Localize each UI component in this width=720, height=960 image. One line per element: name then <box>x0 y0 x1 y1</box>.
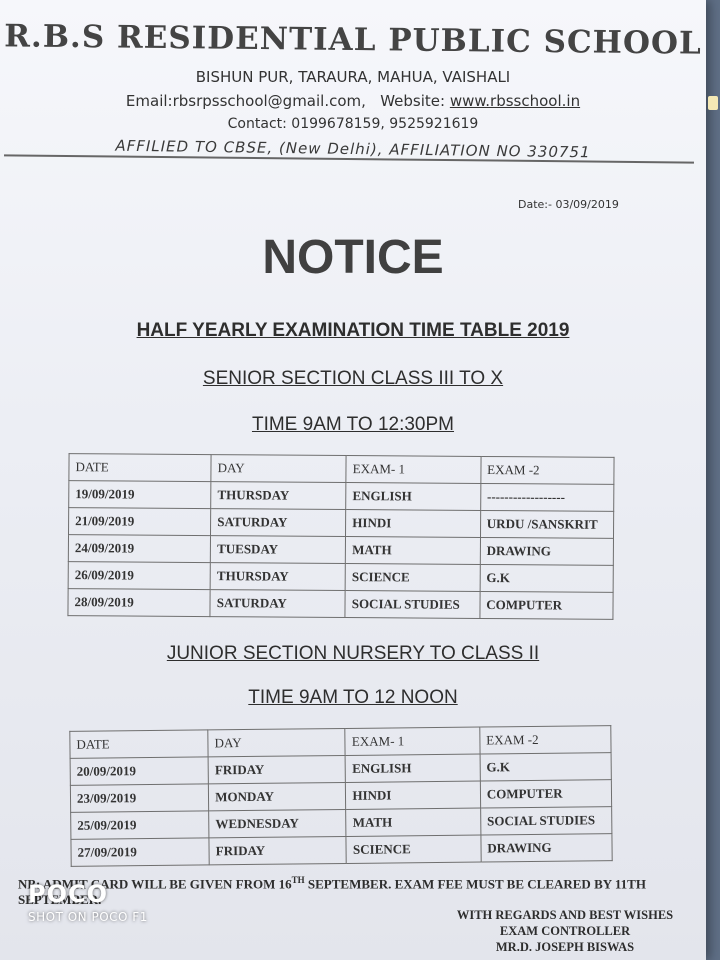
signoff-name: MR.D. JOSEPH BISWAS <box>495 940 635 954</box>
table-cell: FRIDAY <box>208 755 346 784</box>
table-cell: ENGLISH <box>345 482 481 511</box>
table-cell: HINDI <box>345 781 481 810</box>
table-cell: TUESDAY <box>210 535 346 564</box>
table-cell: SOCIAL STUDIES <box>345 590 480 619</box>
table-cell: MATH <box>346 808 481 837</box>
column-header: EXAM -2 <box>479 725 612 755</box>
table-cell: 26/09/2019 <box>68 561 211 590</box>
table-cell: SCIENCE <box>346 835 481 864</box>
table-cell: SATURDAY <box>210 589 346 618</box>
website-label: Website: <box>380 92 446 110</box>
table-row: 19/09/2019 THURSDAY ENGLISH ---------------… <box>68 480 614 512</box>
table-cell: 21/09/2019 <box>68 507 211 536</box>
table-cell: COMPUTER <box>480 779 612 809</box>
table-row: 27/09/2019 FRIDAY SCIENCE DRAWING <box>70 833 613 867</box>
school-address: BISHUN PUR, TARAURA, MAHUA, VAISHALI <box>195 68 511 86</box>
table-cell: 20/09/2019 <box>70 756 209 786</box>
camera-watermark: POCO SHOT ON POCO F1 <box>28 880 148 924</box>
table-cell: MATH <box>345 536 481 565</box>
table-cell: G.K <box>479 564 614 593</box>
table-cell: G.K <box>479 752 612 782</box>
notice-board-pin <box>708 96 718 110</box>
table-cell: SATURDAY <box>210 508 346 537</box>
exam-heading: HALF YEARLY EXAMINATION TIME TABLE 2019 <box>136 320 570 341</box>
school-website: www.rbsschool.in <box>449 92 581 110</box>
table-cell: THURSDAY <box>210 562 346 591</box>
table-cell: THURSDAY <box>210 481 347 510</box>
junior-time: TIME 9AM TO 12 NOON <box>248 687 458 708</box>
junior-section-heading: JUNIOR SECTION NURSERY TO CLASS II <box>166 643 540 664</box>
notice-title: NOTICE <box>262 231 444 284</box>
junior-timetable: DATE DAY EXAM- 1 EXAM -2 20/09/2019 FRIDAY ENG… <box>69 725 613 867</box>
watermark-caption: SHOT ON POCO F1 <box>28 910 148 924</box>
table-cell: 23/09/2019 <box>70 783 209 813</box>
senior-section-heading: SENIOR SECTION CLASS III TO X <box>202 368 504 389</box>
table-cell: MONDAY <box>208 782 347 811</box>
table-cell: SCIENCE <box>345 563 481 592</box>
senior-time: TIME 9AM TO 12:30PM <box>251 414 455 435</box>
school-header: R.B.S RESIDENTIAL PUBLIC SCHOOL BISHUN P… <box>0 14 706 161</box>
table-cell: DRAWING <box>480 537 614 566</box>
email-website-line: Email:rbsrpsschool@gmail.com, Website: w… <box>0 92 706 110</box>
senior-header-row: DATE DAY EXAM- 1 EXAM -2 <box>68 453 615 485</box>
column-header: DATE <box>68 453 212 482</box>
table-cell: 24/09/2019 <box>68 534 211 563</box>
table-cell: HINDI <box>345 509 481 538</box>
senior-timetable: DATE DAY EXAM- 1 EXAM -2 19/09/2019 THURSDAY E… <box>67 453 615 620</box>
table-cell: WEDNESDAY <box>208 809 347 838</box>
signoff-role: EXAM CONTROLLER <box>499 924 631 938</box>
school-name: R.B.S RESIDENTIAL PUBLIC SCHOOL <box>4 18 702 62</box>
watermark-logo: POCO <box>28 880 109 908</box>
column-header: EXAM -2 <box>480 456 615 485</box>
table-row: 24/09/2019 TUESDAY MATH DRAWING <box>68 534 614 566</box>
note-sup: TH <box>291 875 305 885</box>
signoff-regards: WITH REGARDS AND BEST WISHES <box>456 908 674 922</box>
table-row: 28/09/2019 SATURDAY SOCIAL STUDIES COMPUTER <box>67 588 614 620</box>
notice-paper: R.B.S RESIDENTIAL PUBLIC SCHOOL BISHUN P… <box>0 0 706 960</box>
table-cell: 25/09/2019 <box>70 810 210 840</box>
table-cell: ------------------ <box>480 483 614 512</box>
column-header: DATE <box>69 729 209 759</box>
table-cell: COMPUTER <box>479 591 614 620</box>
signoff-block: WITH REGARDS AND BEST WISHES EXAM CONTRO… <box>440 907 690 955</box>
table-cell: FRIDAY <box>209 836 347 865</box>
table-cell: ENGLISH <box>345 754 481 783</box>
column-header: DAY <box>207 728 346 757</box>
table-cell: URDU /SANSKRIT <box>480 510 614 539</box>
school-email: Email:rbsrpsschool@gmail.com, <box>125 92 366 110</box>
table-cell: SOCIAL STUDIES <box>480 806 612 836</box>
column-header: DAY <box>211 454 347 483</box>
table-cell: 19/09/2019 <box>68 480 212 509</box>
table-cell: 27/09/2019 <box>70 837 210 867</box>
table-cell: DRAWING <box>480 833 613 863</box>
column-header: EXAM- 1 <box>346 455 481 484</box>
column-header: EXAM- 1 <box>345 727 480 756</box>
table-cell: 28/09/2019 <box>67 588 211 617</box>
table-row: 26/09/2019 THURSDAY SCIENCE G.K <box>68 561 614 593</box>
notice-date: Date:- 03/09/2019 <box>518 198 619 211</box>
table-row: 21/09/2019 SATURDAY HINDI URDU /SANSKRIT <box>68 507 614 539</box>
school-contact: Contact: 0199678159, 9525921619 <box>227 116 479 132</box>
